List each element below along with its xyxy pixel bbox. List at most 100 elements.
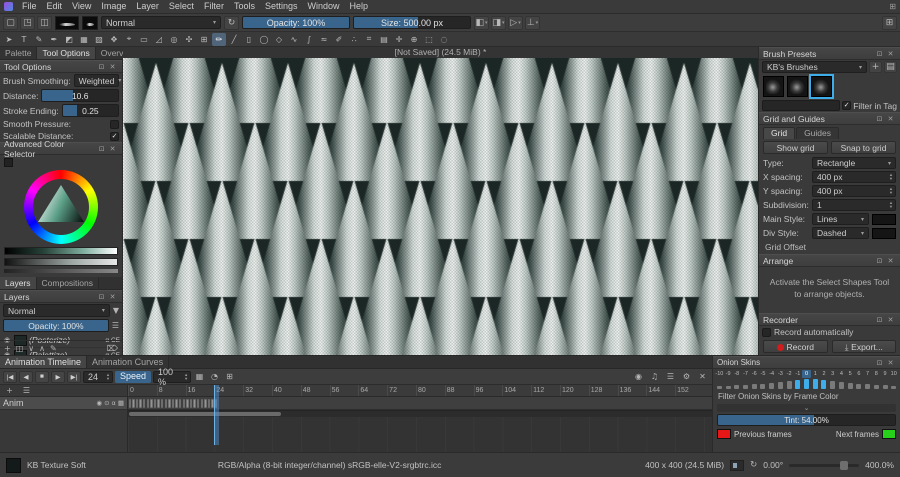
layer-filter-icon[interactable]: ▼: [113, 306, 119, 315]
audio-icon[interactable]: ♫: [648, 372, 661, 381]
float-docker-icon[interactable]: ⊡: [874, 316, 885, 324]
onion-skin-column[interactable]: -6: [750, 370, 759, 390]
tool-fill[interactable]: ◩: [62, 33, 76, 46]
keyframe-cell[interactable]: [160, 399, 164, 408]
float-docker-icon[interactable]: ⊡: [874, 257, 885, 265]
next-frames-color-swatch[interactable]: [882, 429, 896, 439]
tool-edit-shapes[interactable]: ✎: [32, 33, 46, 46]
tool-bezier[interactable]: ∫: [302, 33, 316, 46]
menu-icon[interactable]: ☰: [664, 372, 677, 381]
tool-move[interactable]: ✥: [107, 33, 121, 46]
div-style-combo[interactable]: Dashed ▾: [812, 227, 869, 239]
canvas-viewport[interactable]: [123, 58, 758, 355]
timeline-layer-menu-icon[interactable]: ☰: [20, 386, 33, 395]
menu-item[interactable]: Settings: [260, 0, 303, 13]
opacity-slider[interactable]: Opacity: 100%: [242, 16, 350, 29]
float-docker-icon[interactable]: ⊡: [96, 63, 107, 71]
ruler-frame-number[interactable]: 88: [444, 385, 474, 396]
tool-gradient[interactable]: ▦: [77, 33, 91, 46]
close-docker-icon[interactable]: ✕: [885, 115, 896, 123]
canvas[interactable]: [123, 58, 758, 355]
tab-guides[interactable]: Guides: [796, 127, 839, 139]
keyframe-cell[interactable]: [157, 399, 160, 408]
color-selector-header[interactable]: Advanced Color Selector ⊡ ✕: [0, 139, 122, 159]
onion-skin-column[interactable]: -8: [732, 370, 741, 390]
spin-arrows[interactable]: ▲ ▼: [106, 372, 110, 381]
tool-ellipse[interactable]: ◯: [257, 33, 271, 46]
onion-skin-column[interactable]: 0: [802, 370, 811, 390]
ruler-frame-number[interactable]: 32: [243, 385, 272, 396]
export-button[interactable]: ⤓ Export...: [831, 340, 896, 353]
tool-multibrush[interactable]: ∴: [347, 33, 361, 46]
menu-item[interactable]: File: [17, 0, 42, 13]
color-settings-icon[interactable]: [4, 158, 13, 167]
tool-pattern[interactable]: ▨: [92, 33, 106, 46]
tool-line[interactable]: ╱: [227, 33, 241, 46]
keyframe-cell[interactable]: [207, 399, 211, 408]
first-frame-button[interactable]: |◀: [3, 370, 17, 383]
tool-rect-select[interactable]: ⬚: [422, 33, 436, 46]
div-style-color-swatch[interactable]: [872, 227, 896, 239]
tool-calligraphy[interactable]: ✒: [47, 33, 61, 46]
tool-select-shapes[interactable]: ➤: [2, 33, 16, 46]
size-slider[interactable]: Size: 500.00 px: [353, 16, 471, 29]
menu-item[interactable]: Select: [164, 0, 199, 13]
record-automatically-checkbox[interactable]: [762, 327, 771, 337]
tool-polygon[interactable]: ◇: [272, 33, 286, 46]
recorder-header[interactable]: Recorder ⊡ ✕: [759, 313, 900, 326]
onion-skin-column[interactable]: 1: [811, 370, 820, 390]
speed-toggle[interactable]: Speed: [115, 370, 152, 383]
float-docker-icon[interactable]: ⊡: [874, 50, 885, 58]
color-strip-history[interactable]: [4, 269, 118, 273]
mirror-horizontal-icon[interactable]: ◧ ▾: [474, 15, 489, 30]
tool-assistants[interactable]: ⌗: [362, 33, 376, 46]
keyframe-cell[interactable]: [189, 399, 193, 408]
brush-preset-1[interactable]: [763, 76, 784, 97]
menu-item[interactable]: Window: [302, 0, 344, 13]
ruler-frame-number[interactable]: 152: [675, 385, 704, 396]
tool-transform[interactable]: ⌖: [122, 33, 136, 46]
close-docker-icon[interactable]: ✕: [107, 63, 118, 71]
layer-blend-mode-combo[interactable]: Normal ▾: [3, 304, 110, 317]
color-triangle[interactable]: [38, 185, 84, 222]
tab-animation-timeline[interactable]: Animation Timeline: [0, 356, 88, 368]
zoom-slider-knob[interactable]: [839, 460, 848, 470]
keyframe-cell[interactable]: [196, 399, 200, 408]
layer-onion-icon[interactable]: ⊙: [104, 399, 109, 407]
ruler-frame-number[interactable]: 80: [415, 385, 445, 396]
keyframe-cell[interactable]: [168, 399, 171, 408]
record-button[interactable]: Record: [763, 340, 828, 353]
speed-spinbox[interactable]: 100 % ▲ ▼: [153, 367, 192, 387]
onion-skin-column[interactable]: 8: [872, 370, 881, 390]
subdivision-spinbox[interactable]: 1 ▲ ▼: [812, 199, 896, 211]
onion-skin-column[interactable]: -7: [741, 370, 750, 390]
gradient-preview[interactable]: [82, 15, 98, 30]
spin-arrows[interactable]: ▲ ▼: [184, 372, 188, 381]
x-spacing-spinbox[interactable]: 400 px ▲ ▼: [812, 171, 896, 183]
reload-preset-icon[interactable]: ↻: [224, 15, 239, 30]
previous-frames-color-swatch[interactable]: [717, 429, 731, 439]
float-docker-icon[interactable]: ⊡: [874, 115, 885, 123]
color-strip-value[interactable]: [4, 247, 118, 255]
float-docker-icon[interactable]: ⊡: [96, 145, 107, 153]
onion-skin-column[interactable]: 10: [889, 370, 898, 390]
keyframe-cell[interactable]: [153, 399, 157, 408]
layer-alpha-icon[interactable]: α: [112, 399, 116, 407]
window-menu-icon[interactable]: ⊞: [889, 2, 896, 11]
tool-color-sampler[interactable]: ◎: [167, 33, 181, 46]
tool-options-header[interactable]: Tool Options ⊡ ✕: [0, 60, 122, 73]
onion-skin-column[interactable]: -10: [715, 370, 724, 390]
tool-polyline[interactable]: ∿: [287, 33, 301, 46]
layer-opacity-slider[interactable]: Opacity: 100%: [3, 319, 109, 332]
tool-crop[interactable]: ▭: [137, 33, 151, 46]
blend-mode-combo[interactable]: Normal ▾: [101, 16, 221, 29]
menu-item[interactable]: Help: [345, 0, 374, 13]
onion-skin-column[interactable]: -5: [759, 370, 768, 390]
smooth-pressure-checkbox[interactable]: [110, 119, 119, 129]
play-button[interactable]: ▶: [51, 370, 65, 383]
close-docker-icon[interactable]: ✕: [885, 257, 896, 265]
snap-to-grid-button[interactable]: Snap to grid: [831, 141, 896, 154]
tab-grid[interactable]: Grid: [763, 127, 796, 139]
close-docker-icon[interactable]: ✕: [885, 316, 896, 324]
close-docker-icon[interactable]: ✕: [885, 359, 896, 367]
